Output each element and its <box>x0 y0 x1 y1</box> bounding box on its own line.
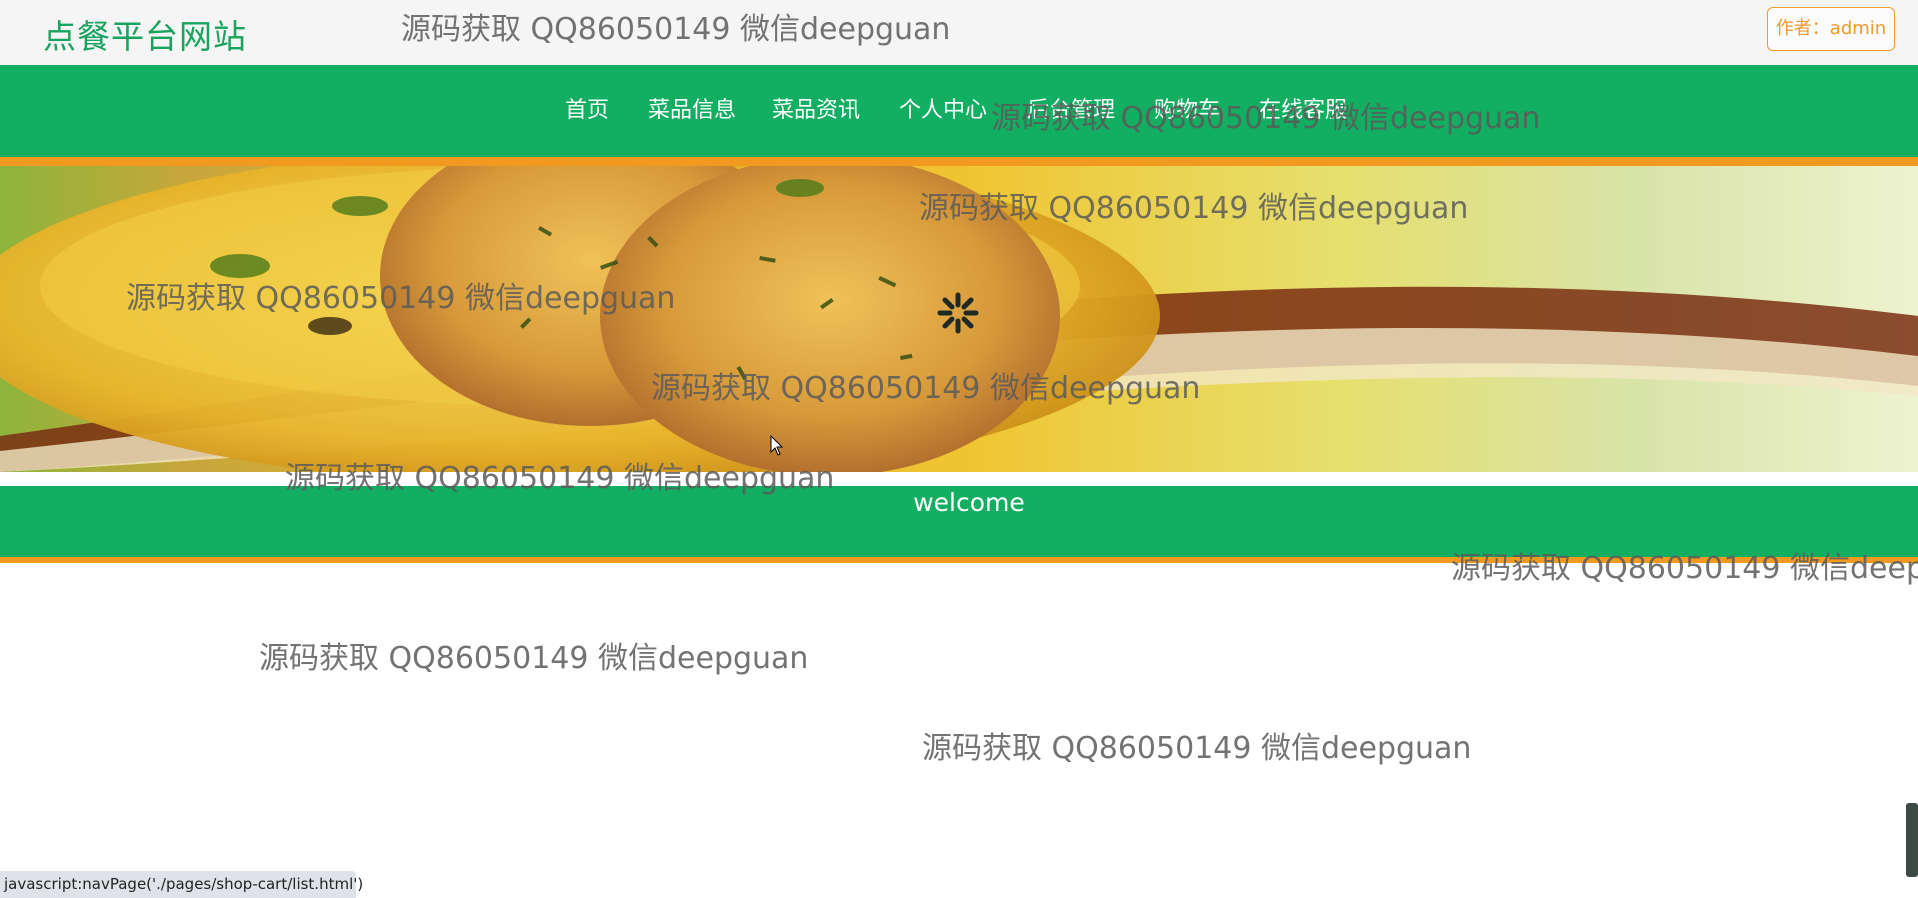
nav-item-home[interactable]: 首页 <box>565 92 609 124</box>
top-header: 点餐平台网站 作者：admin <box>0 0 1918 65</box>
mouse-cursor-icon <box>770 435 784 456</box>
browser-status-bar: javascript:navPage('./pages/shop-cart/li… <box>0 871 363 898</box>
side-scroll-handle[interactable] <box>1906 803 1918 877</box>
nav-item-dish-info[interactable]: 菜品信息 <box>648 92 736 124</box>
watermark-text: 源码获取 QQ86050149 微信deepguan <box>1451 551 1918 586</box>
watermark-text: 源码获取 QQ86050149 微信deepguan <box>651 371 1201 406</box>
watermark-text: 源码获取 QQ86050149 微信deepguan <box>285 461 835 496</box>
navbar-accent-stripe <box>0 157 1918 166</box>
watermark-text: 源码获取 QQ86050149 微信deepguan <box>922 731 1472 766</box>
nav-item-dish-news[interactable]: 菜品资讯 <box>772 92 860 124</box>
watermark-text: 源码获取 QQ86050149 微信deepguan <box>259 641 809 676</box>
author-button[interactable]: 作者：admin <box>1767 7 1895 51</box>
watermark-text: 源码获取 QQ86050149 微信deepguan <box>991 101 1541 136</box>
nav-item-personal-center[interactable]: 个人中心 <box>899 92 987 124</box>
watermark-text: 源码获取 QQ86050149 微信deepguan <box>126 281 676 316</box>
watermark-text: 源码获取 QQ86050149 微信deepguan <box>919 191 1469 226</box>
nav-menu: 首页 菜品信息 菜品资讯 个人中心 后台管理 购物车 在线客服 <box>0 65 1918 147</box>
watermark-text: 源码获取 QQ86050149 微信deepguan <box>401 12 951 47</box>
site-title[interactable]: 点餐平台网站 <box>43 10 247 58</box>
